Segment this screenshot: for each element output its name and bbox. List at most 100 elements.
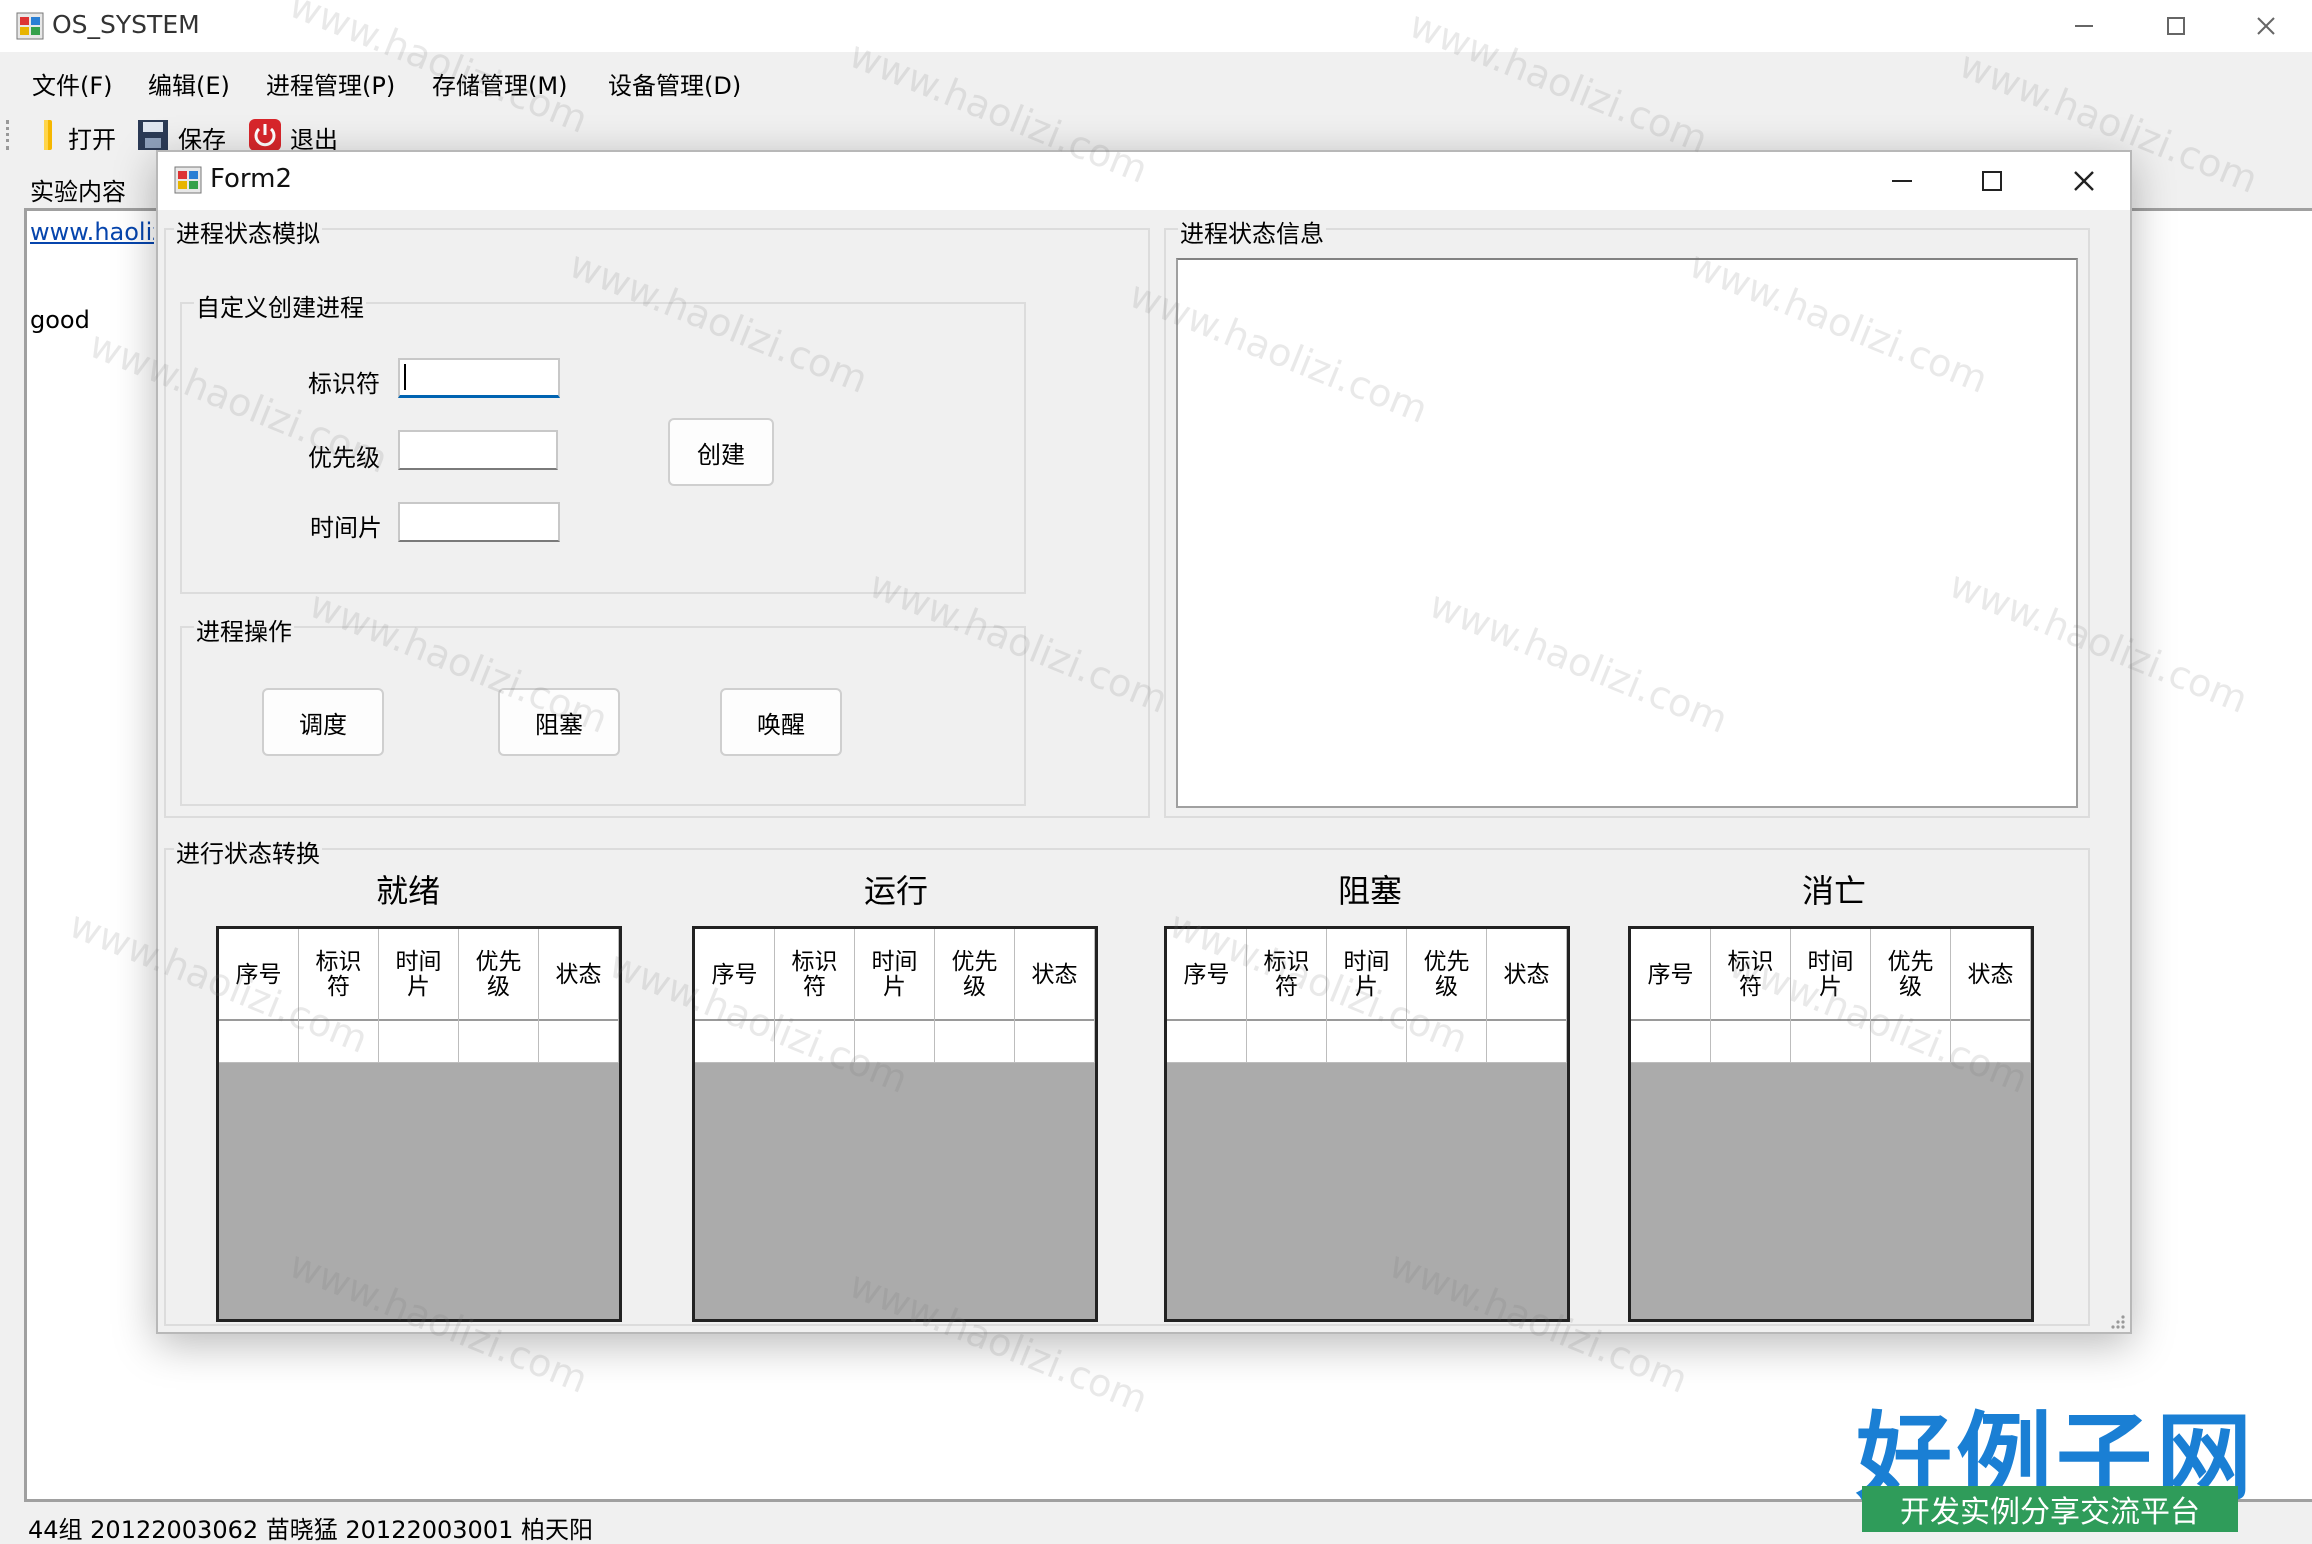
grid-cell[interactable] [855,1021,935,1063]
minimize-icon [1892,180,1912,182]
running-queue-grid[interactable]: 序号 标识符 时间片 优先级 状态 [692,926,1098,1322]
maximize-icon [2167,17,2185,35]
table-row[interactable] [1631,1021,2031,1063]
process-ops-group-title: 进程操作 [194,612,294,647]
wake-button[interactable]: 唤醒 [720,688,842,756]
process-sim-group-title: 进程状态模拟 [174,214,322,249]
grid-cell[interactable] [1327,1021,1407,1063]
menu-file[interactable]: 文件(F) [32,66,113,101]
priority-input[interactable] [398,430,558,470]
grid-cell[interactable] [1871,1021,1951,1063]
column-header-status[interactable]: 状态 [1015,929,1095,1021]
form2-close-button[interactable] [2038,152,2130,210]
grid-cell[interactable] [379,1021,459,1063]
schedule-button[interactable]: 调度 [262,688,384,756]
grid-cell[interactable] [539,1021,619,1063]
column-header-priority[interactable]: 优先级 [459,929,539,1021]
grid-cell[interactable] [299,1021,379,1063]
ready-queue-title: 就绪 [375,872,440,910]
column-header-identifier[interactable]: 标识符 [775,929,855,1021]
table-row[interactable] [219,1021,619,1063]
maximize-icon [1982,171,2002,191]
app-window-icon [16,12,44,40]
grid-cell[interactable] [1711,1021,1791,1063]
process-info-group-title: 进程状态信息 [1178,214,1326,249]
main-title-bar [0,0,2312,52]
close-icon [2074,171,2094,191]
column-header-priority[interactable]: 优先级 [935,929,1015,1021]
menu-storage[interactable]: 存储管理(M) [432,66,567,101]
grid-cell[interactable] [935,1021,1015,1063]
column-header-index[interactable]: 序号 [1631,929,1711,1021]
form2-minimize-button[interactable] [1856,152,1948,210]
menu-device[interactable]: 设备管理(D) [608,66,741,101]
grid-header-row: 序号 标识符 时间片 优先级 状态 [1631,929,2031,1021]
column-header-timeslice[interactable]: 时间片 [1327,929,1407,1021]
grid-cell[interactable] [1951,1021,2031,1063]
grid-cell[interactable] [219,1021,299,1063]
grid-cell[interactable] [1167,1021,1247,1063]
grid-cell[interactable] [1247,1021,1327,1063]
main-content-link[interactable]: www.haolizi.com [30,218,154,246]
main-window-title: OS_SYSTEM [52,10,200,39]
power-exit-icon[interactable] [248,118,282,152]
menu-edit[interactable]: 编辑(E) [148,66,230,101]
grid-cell[interactable] [1407,1021,1487,1063]
column-header-priority[interactable]: 优先级 [1407,929,1487,1021]
timeslice-input[interactable] [398,502,560,542]
main-content-text: good [30,306,90,334]
column-header-index[interactable]: 序号 [695,929,775,1021]
brand-slogan: 开发实例分享交流平台 [1862,1486,2238,1532]
create-process-group-title: 自定义创建进程 [194,288,366,323]
column-header-priority[interactable]: 优先级 [1871,929,1951,1021]
column-header-timeslice[interactable]: 时间片 [379,929,459,1021]
grid-cell[interactable] [1791,1021,1871,1063]
column-header-identifier[interactable]: 标识符 [1247,929,1327,1021]
create-button[interactable]: 创建 [668,418,774,486]
menu-process[interactable]: 进程管理(P) [266,66,395,101]
grid-cell[interactable] [775,1021,855,1063]
column-header-identifier[interactable]: 标识符 [1711,929,1791,1021]
column-header-status[interactable]: 状态 [1951,929,2031,1021]
open-folder-icon[interactable] [30,118,64,152]
table-row[interactable] [695,1021,1095,1063]
experiment-tab-label[interactable]: 实验内容 [30,172,126,207]
column-header-status[interactable]: 状态 [1487,929,1567,1021]
main-minimize-button[interactable] [2038,0,2130,52]
form2-title: Form2 [210,164,293,194]
priority-label: 优先级 [308,444,380,472]
save-floppy-icon[interactable] [136,118,170,152]
grid-header-row: 序号 标识符 时间片 优先级 状态 [219,929,619,1021]
grid-cell[interactable] [1631,1021,1711,1063]
text-caret [404,364,406,390]
grid-cell[interactable] [459,1021,539,1063]
toolbar-grip-handle[interactable] [6,120,10,150]
column-header-index[interactable]: 序号 [1167,929,1247,1021]
grid-cell[interactable] [1487,1021,1567,1063]
process-info-textarea[interactable] [1176,258,2078,808]
grid-header-row: 序号 标识符 时间片 优先级 状态 [695,929,1095,1021]
form2-title-bar [158,152,2130,210]
block-button[interactable]: 阻塞 [498,688,620,756]
grid-header-row: 序号 标识符 时间片 优先级 状态 [1167,929,1567,1021]
terminated-queue-grid[interactable]: 序号 标识符 时间片 优先级 状态 [1628,926,2034,1322]
column-header-index[interactable]: 序号 [219,929,299,1021]
toolbar-open-button[interactable]: 打开 [68,120,116,155]
close-icon [2257,17,2275,35]
resize-grip-icon[interactable] [2108,1312,2126,1330]
main-close-button[interactable] [2220,0,2312,52]
column-header-status[interactable]: 状态 [539,929,619,1021]
blocked-queue-grid[interactable]: 序号 标识符 时间片 优先级 状态 [1164,926,1570,1322]
identifier-label: 标识符 [308,370,380,398]
ready-queue-grid[interactable]: 序号 标识符 时间片 优先级 状态 [216,926,622,1322]
grid-cell[interactable] [1015,1021,1095,1063]
form2-maximize-button[interactable] [1946,152,2038,210]
grid-cell[interactable] [695,1021,775,1063]
identifier-input[interactable] [398,358,560,398]
column-header-timeslice[interactable]: 时间片 [1791,929,1871,1021]
main-maximize-button[interactable] [2130,0,2222,52]
column-header-timeslice[interactable]: 时间片 [855,929,935,1021]
create-process-group [180,302,1026,594]
table-row[interactable] [1167,1021,1567,1063]
column-header-identifier[interactable]: 标识符 [299,929,379,1021]
